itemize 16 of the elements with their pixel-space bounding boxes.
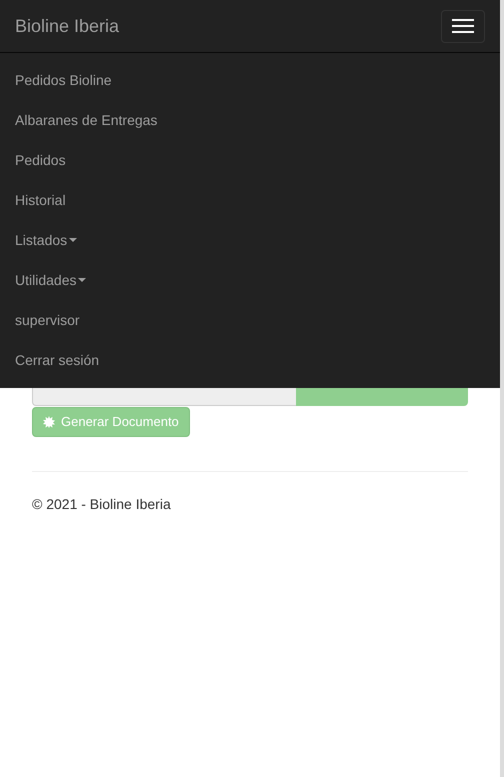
menu-link[interactable]: Pedidos Bioline	[15, 70, 112, 90]
dropdown-toggle[interactable]: Utilidades	[15, 270, 86, 290]
burst-icon	[43, 416, 55, 428]
menu-link[interactable]: Cerrar sesión	[15, 350, 100, 370]
menu-button[interactable]	[441, 10, 485, 42]
menu-link[interactable]: Albaranes de Entregas	[15, 110, 158, 130]
menu-link[interactable]: Historial	[15, 190, 66, 210]
seal-button[interactable]	[296, 388, 468, 406]
menu-link[interactable]: supervisor	[15, 310, 80, 330]
caret-icon	[78, 278, 86, 282]
menu-link[interactable]: Pedidos	[15, 150, 66, 170]
footer-text: © 2021 - Bioline Iberia	[32, 495, 172, 514]
dropdown-toggle[interactable]: Listados	[15, 230, 78, 250]
brand-title[interactable]: Bioline Iberia	[15, 12, 120, 40]
input-field[interactable]	[32, 388, 296, 406]
caret-icon	[69, 238, 78, 242]
